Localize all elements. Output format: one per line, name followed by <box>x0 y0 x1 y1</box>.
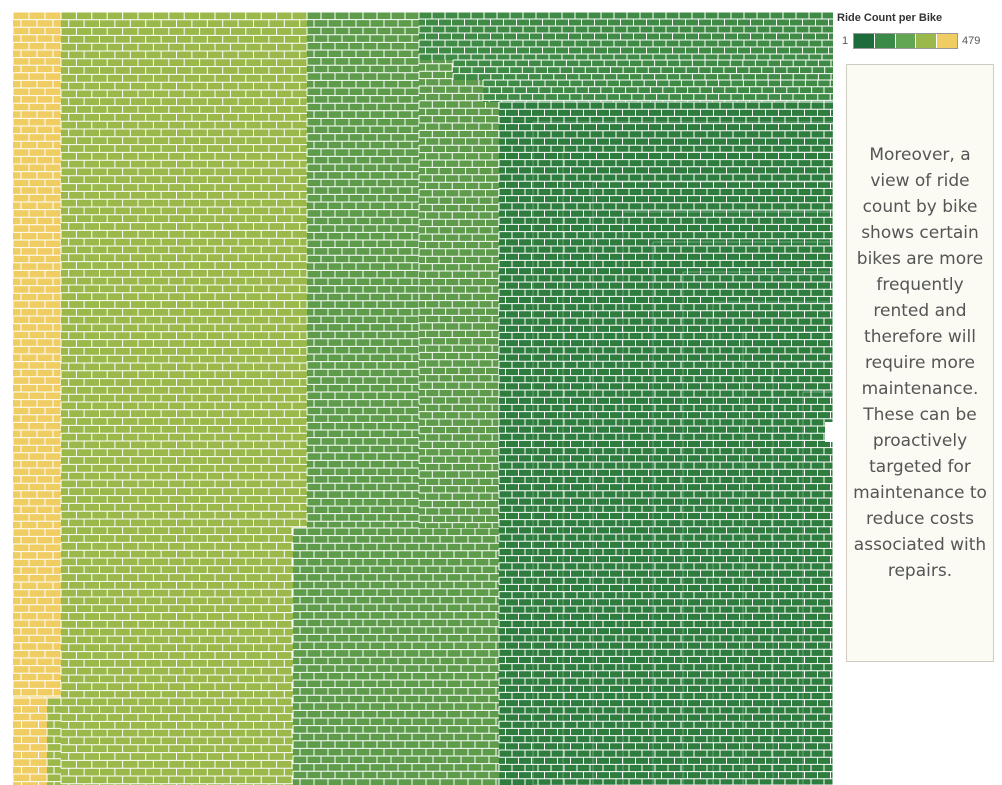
legend-title: Ride Count per Bike <box>837 12 943 24</box>
treemap-band-lower-top-2 <box>452 59 833 80</box>
legend-swatch-0 <box>854 34 875 48</box>
treemap-band-mid-base <box>292 527 499 785</box>
treemap-band-highest-tail-fill <box>13 698 47 785</box>
annotation-text: Moreover, a view of ride count by bike s… <box>853 145 987 581</box>
legend-max-label: 479 <box>962 35 981 47</box>
annotation-box: Moreover, a view of ride count by bike s… <box>846 64 994 662</box>
legend-swatch-4 <box>937 34 957 48</box>
treemap-band-lower-top <box>418 12 833 60</box>
treemap-band-mid <box>306 12 420 528</box>
color-legend: Ride Count per Bike 1 479 <box>837 12 997 52</box>
legend-swatch-1 <box>874 34 896 48</box>
treemap-band-high-tail <box>46 697 62 785</box>
legend-swatch-2 <box>895 34 917 48</box>
treemap-edge-notch <box>825 422 833 442</box>
legend-color-ramp <box>853 33 958 49</box>
treemap-band-highest-tail <box>13 697 48 785</box>
legend-swatch-3 <box>916 34 938 48</box>
treemap-band-lower-top-3 <box>482 79 833 102</box>
treemap-band-high <box>60 12 307 698</box>
treemap-band-lowest-fill <box>499 102 833 785</box>
treemap-band-lowest <box>498 101 833 785</box>
treemap-band-high-base <box>60 697 293 785</box>
ride-count-treemap <box>13 12 833 785</box>
legend-min-label: 1 <box>842 35 849 47</box>
treemap-band-highest <box>13 12 62 698</box>
